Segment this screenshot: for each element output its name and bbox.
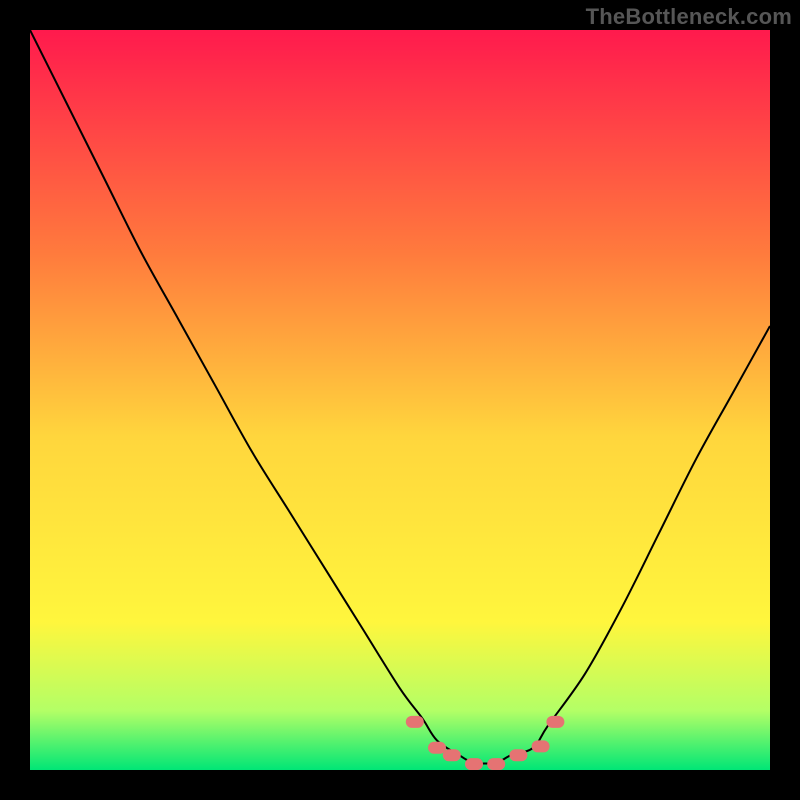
optimal-marker [487, 758, 505, 770]
optimal-marker [406, 716, 424, 728]
chart-container: TheBottleneck.com [0, 0, 800, 800]
optimal-marker [532, 740, 550, 752]
plot-area [30, 30, 770, 770]
optimal-marker [443, 749, 461, 761]
optimal-marker [546, 716, 564, 728]
optimal-marker [509, 749, 527, 761]
gradient-background [30, 30, 770, 770]
optimal-marker [428, 742, 446, 754]
chart-svg [30, 30, 770, 770]
watermark-text: TheBottleneck.com [586, 4, 792, 30]
optimal-marker [465, 758, 483, 770]
